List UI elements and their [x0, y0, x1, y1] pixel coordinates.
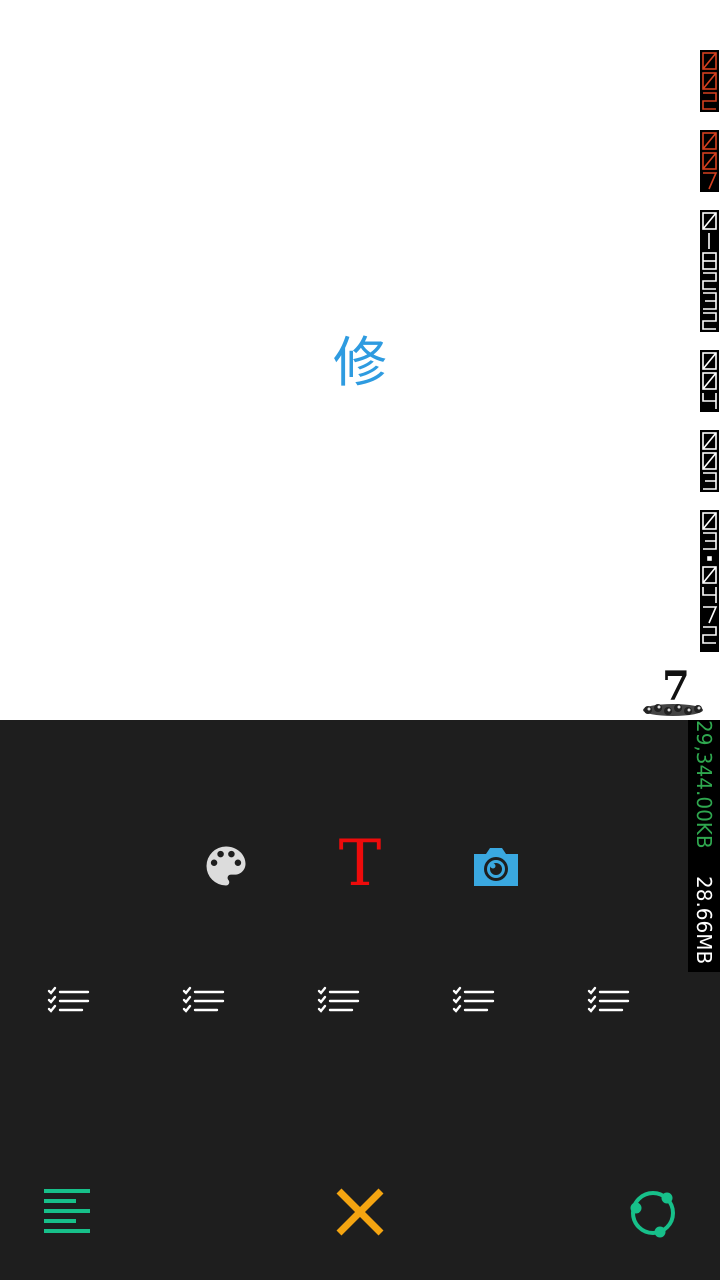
text-tool-label: T	[338, 827, 382, 901]
refresh-circle-icon	[630, 1191, 675, 1238]
debug-segment-2	[700, 130, 719, 192]
checklist-icon[interactable]	[316, 984, 360, 1018]
debug-segment-4	[700, 350, 719, 412]
camera-icon	[474, 848, 518, 886]
logo-digit: 7	[662, 664, 690, 710]
center-glyph: 修	[333, 331, 387, 394]
checklist-icon[interactable]	[181, 984, 225, 1018]
checklist-icon[interactable]	[46, 984, 90, 1018]
camera-button[interactable]	[466, 836, 526, 896]
align-left-icon	[44, 1189, 90, 1233]
debug-segment-5	[700, 430, 719, 492]
checklist-icon[interactable]	[586, 984, 630, 1018]
menu-button[interactable]	[40, 1186, 96, 1238]
debug-segment-1	[700, 50, 719, 112]
canvas-area[interactable]: 修	[0, 0, 720, 720]
refresh-button[interactable]	[624, 1184, 682, 1242]
memory-mb-label: 28.66MB	[692, 876, 716, 965]
close-icon	[336, 1188, 384, 1236]
debug-segment-3	[700, 210, 719, 332]
logo-icon: 7	[640, 663, 706, 720]
memory-kb-label: 29,344.00KB	[692, 720, 716, 849]
palette-icon	[206, 846, 246, 886]
debug-segment-6	[700, 510, 719, 652]
checklist-icon[interactable]	[451, 984, 495, 1018]
text-tool-button[interactable]: T	[330, 827, 390, 901]
palette-button[interactable]	[196, 836, 256, 896]
close-button[interactable]	[334, 1186, 386, 1238]
memory-overlay: 29,344.00KB 28.66MB	[688, 720, 720, 972]
